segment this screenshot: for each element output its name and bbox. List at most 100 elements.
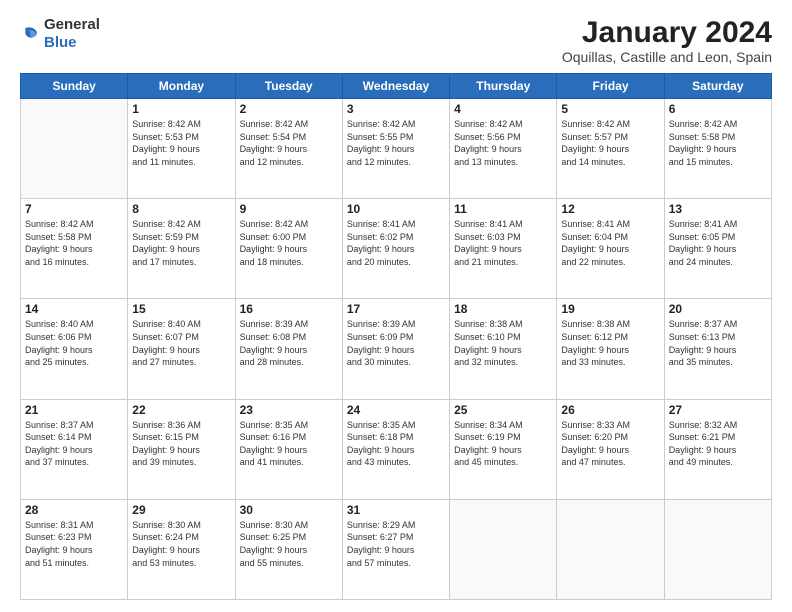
day-info: Sunrise: 8:42 AMSunset: 5:54 PMDaylight:… xyxy=(240,118,338,168)
day-number: 26 xyxy=(561,403,659,417)
day-number: 31 xyxy=(347,503,445,517)
day-info: Sunrise: 8:37 AMSunset: 6:14 PMDaylight:… xyxy=(25,419,123,469)
table-row: 17Sunrise: 8:39 AMSunset: 6:09 PMDayligh… xyxy=(342,299,449,399)
table-row: 10Sunrise: 8:41 AMSunset: 6:02 PMDayligh… xyxy=(342,199,449,299)
day-info: Sunrise: 8:40 AMSunset: 6:07 PMDaylight:… xyxy=(132,318,230,368)
weekday-header-row: Sunday Monday Tuesday Wednesday Thursday… xyxy=(21,74,772,99)
table-row xyxy=(557,499,664,599)
day-number: 1 xyxy=(132,102,230,116)
table-row xyxy=(21,99,128,199)
table-row: 26 Sunrise: 8:33 AMSunset: 6:20 PMDayligh… xyxy=(557,399,664,499)
day-number: 18 xyxy=(454,302,552,316)
table-row xyxy=(450,499,557,599)
table-row: 28 Sunrise: 8:31 AMSunset: 6:23 PMDayligh… xyxy=(21,499,128,599)
day-info: Sunrise: 8:38 AMSunset: 6:10 PMDaylight:… xyxy=(454,318,552,368)
calendar-week-row: 1 Sunrise: 8:42 AMSunset: 5:53 PMDaylight… xyxy=(21,99,772,199)
day-info: Sunrise: 8:39 AMSunset: 6:08 PMDaylight:… xyxy=(240,318,338,368)
table-row: 21 Sunrise: 8:37 AMSunset: 6:14 PMDayligh… xyxy=(21,399,128,499)
table-row: 30 Sunrise: 8:30 AMSunset: 6:25 PMDayligh… xyxy=(235,499,342,599)
table-row xyxy=(664,499,771,599)
table-row: 25Sunrise: 8:34 AMSunset: 6:19 PMDayligh… xyxy=(450,399,557,499)
day-number: 27 xyxy=(669,403,767,417)
table-row: 14Sunrise: 8:40 AMSunset: 6:06 PMDayligh… xyxy=(21,299,128,399)
table-row: 4 Sunrise: 8:42 AMSunset: 5:56 PMDaylight… xyxy=(450,99,557,199)
day-number: 2 xyxy=(240,102,338,116)
table-row: 22Sunrise: 8:36 AMSunset: 6:15 PMDayligh… xyxy=(128,399,235,499)
day-info: Sunrise: 8:42 AMSunset: 5:55 PMDaylight:… xyxy=(347,118,445,168)
day-number: 9 xyxy=(240,202,338,216)
title-block: January 2024 Oquillas, Castille and Leon… xyxy=(562,16,772,65)
logo-blue: Blue xyxy=(44,34,77,51)
day-info: Sunrise: 8:32 AMSunset: 6:21 PMDaylight:… xyxy=(669,419,767,469)
header-monday: Monday xyxy=(128,74,235,99)
day-number: 29 xyxy=(132,503,230,517)
table-row: 1 Sunrise: 8:42 AMSunset: 5:53 PMDaylight… xyxy=(128,99,235,199)
day-number: 30 xyxy=(240,503,338,517)
table-row: 6 Sunrise: 8:42 AMSunset: 5:58 PMDaylight… xyxy=(664,99,771,199)
header-wednesday: Wednesday xyxy=(342,74,449,99)
day-info: Sunrise: 8:42 AMSunset: 5:59 PMDaylight:… xyxy=(132,218,230,268)
day-info: Sunrise: 8:41 AMSunset: 6:02 PMDaylight:… xyxy=(347,218,445,268)
table-row: 29 Sunrise: 8:30 AMSunset: 6:24 PMDayligh… xyxy=(128,499,235,599)
table-row: 8 Sunrise: 8:42 AMSunset: 5:59 PMDaylight… xyxy=(128,199,235,299)
day-number: 15 xyxy=(132,302,230,316)
day-info: Sunrise: 8:42 AMSunset: 6:00 PMDaylight:… xyxy=(240,218,338,268)
calendar-subtitle: Oquillas, Castille and Leon, Spain xyxy=(562,49,772,65)
day-info: Sunrise: 8:42 AMSunset: 5:53 PMDaylight:… xyxy=(132,118,230,168)
day-number: 21 xyxy=(25,403,123,417)
calendar-week-row: 14Sunrise: 8:40 AMSunset: 6:06 PMDayligh… xyxy=(21,299,772,399)
header-sunday: Sunday xyxy=(21,74,128,99)
table-row: 5Sunrise: 8:42 AMSunset: 5:57 PMDaylight… xyxy=(557,99,664,199)
day-number: 25 xyxy=(454,403,552,417)
header: General Blue January 2024 Oquillas, Cast… xyxy=(20,16,772,65)
table-row: 2 Sunrise: 8:42 AMSunset: 5:54 PMDaylight… xyxy=(235,99,342,199)
day-info: Sunrise: 8:42 AMSunset: 5:56 PMDaylight:… xyxy=(454,118,552,168)
table-row: 16 Sunrise: 8:39 AMSunset: 6:08 PMDayligh… xyxy=(235,299,342,399)
table-row: 19 Sunrise: 8:38 AMSunset: 6:12 PMDayligh… xyxy=(557,299,664,399)
day-info: Sunrise: 8:41 AMSunset: 6:04 PMDaylight:… xyxy=(561,218,659,268)
day-info: Sunrise: 8:33 AMSunset: 6:20 PMDaylight:… xyxy=(561,419,659,469)
day-number: 24 xyxy=(347,403,445,417)
day-info: Sunrise: 8:42 AMSunset: 5:58 PMDaylight:… xyxy=(25,218,123,268)
header-thursday: Thursday xyxy=(450,74,557,99)
table-row: 11Sunrise: 8:41 AMSunset: 6:03 PMDayligh… xyxy=(450,199,557,299)
day-number: 3 xyxy=(347,102,445,116)
calendar-title: January 2024 xyxy=(562,16,772,49)
day-number: 11 xyxy=(454,202,552,216)
day-number: 28 xyxy=(25,503,123,517)
day-number: 4 xyxy=(454,102,552,116)
day-number: 13 xyxy=(669,202,767,216)
day-number: 20 xyxy=(669,302,767,316)
logo-general: General xyxy=(44,16,100,33)
day-info: Sunrise: 8:30 AMSunset: 6:24 PMDaylight:… xyxy=(132,519,230,569)
table-row: 13 Sunrise: 8:41 AMSunset: 6:05 PMDayligh… xyxy=(664,199,771,299)
day-number: 19 xyxy=(561,302,659,316)
day-info: Sunrise: 8:42 AMSunset: 5:58 PMDaylight:… xyxy=(669,118,767,168)
day-number: 6 xyxy=(669,102,767,116)
table-row: 31Sunrise: 8:29 AMSunset: 6:27 PMDayligh… xyxy=(342,499,449,599)
day-info: Sunrise: 8:41 AMSunset: 6:05 PMDaylight:… xyxy=(669,218,767,268)
table-row: 15 Sunrise: 8:40 AMSunset: 6:07 PMDayligh… xyxy=(128,299,235,399)
table-row: 7 Sunrise: 8:42 AMSunset: 5:58 PMDaylight… xyxy=(21,199,128,299)
day-info: Sunrise: 8:40 AMSunset: 6:06 PMDaylight:… xyxy=(25,318,123,368)
header-friday: Friday xyxy=(557,74,664,99)
table-row: 3 Sunrise: 8:42 AMSunset: 5:55 PMDaylight… xyxy=(342,99,449,199)
day-number: 16 xyxy=(240,302,338,316)
day-number: 12 xyxy=(561,202,659,216)
day-number: 8 xyxy=(132,202,230,216)
day-info: Sunrise: 8:37 AMSunset: 6:13 PMDaylight:… xyxy=(669,318,767,368)
table-row: 12 Sunrise: 8:41 AMSunset: 6:04 PMDayligh… xyxy=(557,199,664,299)
day-info: Sunrise: 8:30 AMSunset: 6:25 PMDaylight:… xyxy=(240,519,338,569)
day-info: Sunrise: 8:31 AMSunset: 6:23 PMDaylight:… xyxy=(25,519,123,569)
day-info: Sunrise: 8:36 AMSunset: 6:15 PMDaylight:… xyxy=(132,419,230,469)
day-info: Sunrise: 8:38 AMSunset: 6:12 PMDaylight:… xyxy=(561,318,659,368)
calendar-week-row: 21 Sunrise: 8:37 AMSunset: 6:14 PMDayligh… xyxy=(21,399,772,499)
day-info: Sunrise: 8:42 AMSunset: 5:57 PMDaylight:… xyxy=(561,118,659,168)
day-number: 7 xyxy=(25,202,123,216)
header-saturday: Saturday xyxy=(664,74,771,99)
day-info: Sunrise: 8:35 AMSunset: 6:16 PMDaylight:… xyxy=(240,419,338,469)
day-info: Sunrise: 8:39 AMSunset: 6:09 PMDaylight:… xyxy=(347,318,445,368)
table-row: 24 Sunrise: 8:35 AMSunset: 6:18 PMDayligh… xyxy=(342,399,449,499)
table-row: 27 Sunrise: 8:32 AMSunset: 6:21 PMDayligh… xyxy=(664,399,771,499)
day-info: Sunrise: 8:35 AMSunset: 6:18 PMDaylight:… xyxy=(347,419,445,469)
